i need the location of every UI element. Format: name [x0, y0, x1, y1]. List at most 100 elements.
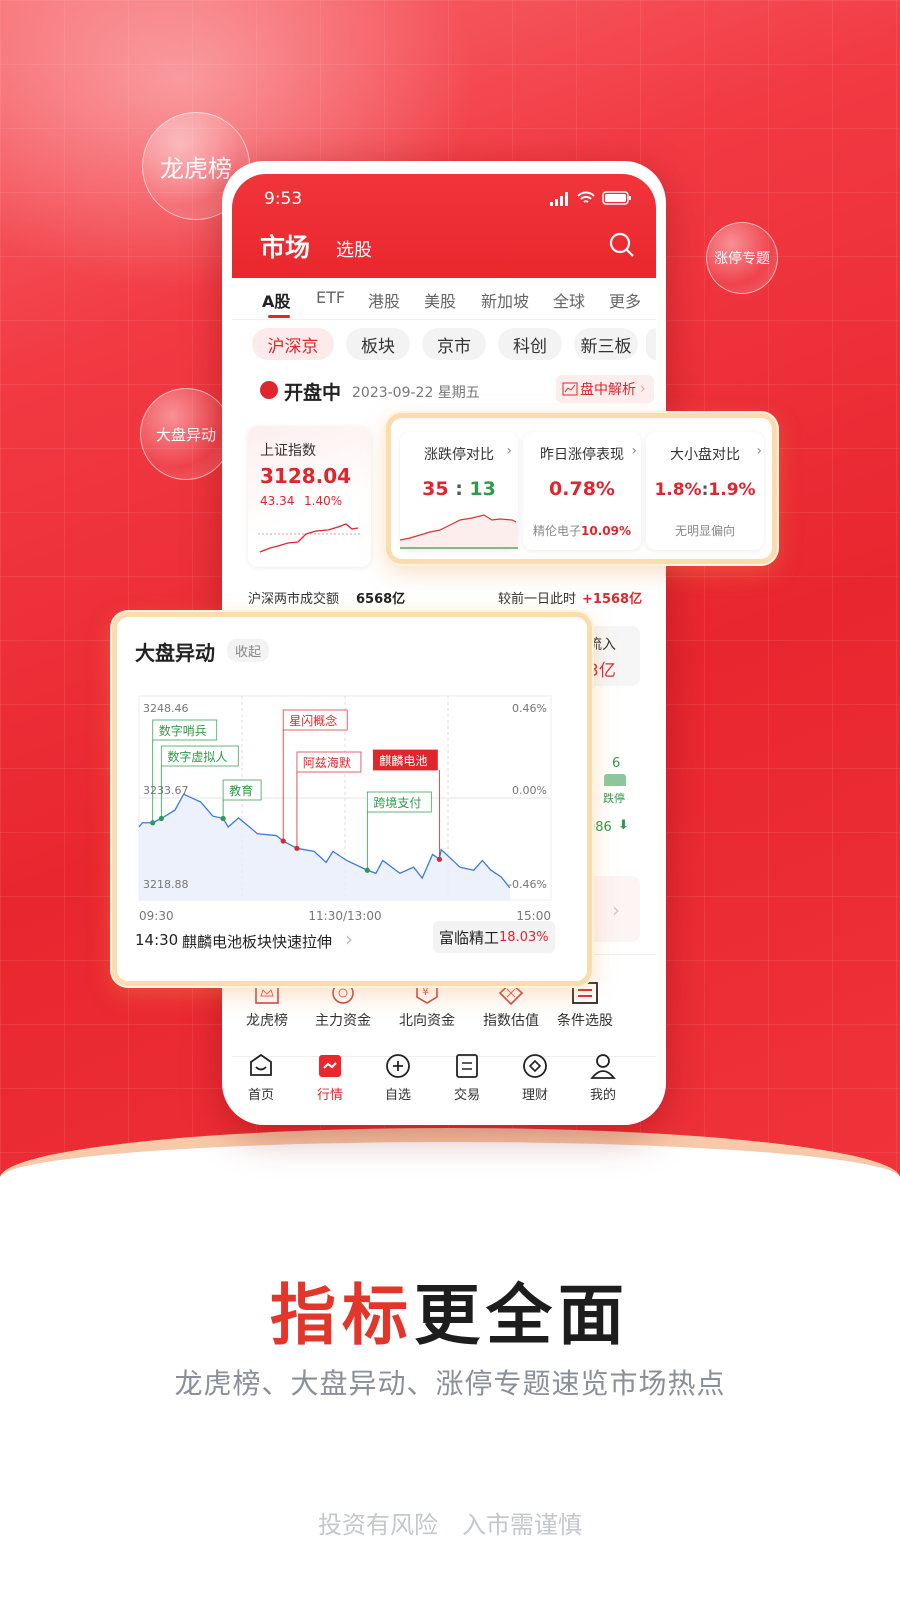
tab-plus-circle[interactable]: 自选 — [368, 1052, 428, 1103]
line-area — [139, 794, 510, 900]
shortcut-1[interactable]: 主力资金 — [303, 980, 383, 1030]
yesterday-limit-card[interactable]: 昨日涨停表现 › 0.78% 精伦电子10.09% — [523, 432, 641, 550]
wealth-icon — [523, 1054, 547, 1078]
collapse-button[interactable]: 收起 — [227, 639, 270, 662]
plus-circle-icon — [386, 1054, 410, 1078]
app-header: 9:53 市场 选股 — [232, 174, 656, 278]
home-icon — [250, 1053, 272, 1076]
chevron-right-icon: › — [506, 443, 512, 459]
active-tab-indicator — [268, 315, 290, 318]
chip-star[interactable]: 科创 — [498, 328, 562, 360]
chip-partial[interactable] — [646, 328, 656, 360]
chip-beijing[interactable]: 京市 — [422, 328, 486, 360]
chip-neeq[interactable]: 新三板 — [574, 328, 638, 360]
tab-global[interactable]: 全球 — [553, 288, 585, 312]
chart-icon — [562, 382, 578, 396]
stock-chip[interactable]: 富临精工 18.03% — [433, 921, 555, 953]
limit-sparkline — [400, 514, 518, 550]
tab-user[interactable]: 我的 — [573, 1052, 633, 1103]
headline: 指标更全面 — [270, 1277, 630, 1354]
tab-trade[interactable]: 交易 — [437, 1052, 497, 1103]
chevron-right-icon: › — [631, 443, 637, 459]
cap-compare-card[interactable]: 大小盘对比 › 1.8%:1.9% 无明显偏向 — [646, 432, 764, 550]
session-date: 2023-09-22 星期五 — [352, 385, 480, 401]
subtitle: 龙虎榜、大盘异动、涨停专题速览市场热点 — [174, 1367, 726, 1400]
event-label: 数字虚拟人 — [167, 749, 227, 764]
event-label: 数字哨兵 — [159, 723, 207, 738]
shortcut-2[interactable]: ¥ 北向资金 — [387, 980, 467, 1030]
disclaimer: 投资有风险 入市需谨慎 — [318, 1511, 582, 1539]
y-right-tick: 0.46% — [512, 702, 547, 715]
tab-hk[interactable]: 港股 — [368, 288, 400, 312]
chip-sector[interactable]: 板块 — [346, 328, 410, 360]
bubble-limit-up: 涨停专题 — [706, 222, 778, 294]
turnover-value: 6568亿 — [356, 592, 406, 607]
shortcut-4[interactable]: 条件选股 — [545, 980, 625, 1030]
x-tick: 09:30 — [139, 909, 174, 922]
arrow-down-icon: ⬇ — [618, 818, 629, 833]
event-label: 跨境支付 — [373, 795, 421, 810]
search-icon[interactable] — [609, 232, 635, 258]
index-value: 3128.04 — [260, 464, 352, 488]
index-card-shanghai[interactable]: 上证指数 3128.04 43.34 1.40% — [248, 426, 371, 567]
chevron-right-icon: › — [756, 443, 762, 459]
session-status: 开盘中 — [284, 382, 342, 404]
tab-a-shares[interactable]: A股 — [262, 288, 290, 312]
market-icon — [319, 1055, 341, 1077]
chevron-right-icon: › — [345, 927, 353, 951]
card-title: 大盘异动 — [135, 641, 215, 665]
event-marker — [150, 820, 156, 826]
trade-icon — [456, 1054, 478, 1078]
battery-icon — [602, 191, 631, 205]
limit-down-label: 跌停 — [603, 792, 625, 805]
tab-us[interactable]: 美股 — [424, 288, 456, 312]
tab-home[interactable]: 首页 — [231, 1052, 291, 1103]
compare-label: 较前一日此时 — [498, 592, 577, 607]
y-right-tick: 0.00% — [512, 784, 547, 797]
limit-down-count: 13 — [469, 478, 496, 500]
chevron-right-icon: › — [612, 898, 620, 922]
svg-text:¥: ¥ — [422, 985, 429, 998]
index-sparkline — [258, 523, 362, 553]
tab-more[interactable]: 更多 — [609, 288, 641, 312]
event-label: 星闪概念 — [289, 713, 337, 728]
y-right-tick: -0.46% — [508, 878, 547, 891]
limit-down-count: 6 — [612, 756, 621, 771]
chevron-right-icon: › — [640, 381, 646, 397]
market-anomaly-card: 大盘异动 收起 3248.46 3233.67 3218.88 0.46% 0.00% -… — [112, 612, 592, 986]
tab-market[interactable]: 行情 — [300, 1052, 360, 1103]
event-label: 教育 — [229, 783, 253, 798]
event-marker — [220, 815, 226, 822]
footer-news[interactable]: 麒麟电池板块快速拉伸 — [182, 931, 332, 952]
user-icon — [590, 1054, 616, 1079]
session-status-icon — [260, 381, 278, 399]
shortcut-0[interactable]: 龙虎榜 — [227, 980, 307, 1030]
event-marker — [294, 845, 300, 851]
tab-wealth[interactable]: 理财 — [505, 1052, 565, 1103]
event-marker — [364, 867, 370, 873]
tab-etf[interactable]: ETF — [316, 288, 345, 307]
y-left-tick: 3233.67 — [143, 784, 189, 797]
chip-hushenjing[interactable]: 沪深京 — [252, 328, 334, 360]
bubble-market-anomaly: 大盘异动 — [140, 388, 232, 480]
event-marker — [280, 838, 286, 844]
limit-down-bar — [604, 774, 626, 786]
tab-stock-picker[interactable]: 选股 — [336, 236, 372, 262]
signal-icon — [550, 192, 568, 206]
compare-value: +1568亿 — [582, 592, 643, 607]
turnover-label: 沪深两市成交额 — [248, 592, 340, 607]
header-title[interactable]: 市场 — [260, 228, 310, 264]
shortcut-3[interactable]: 指数估值 — [471, 980, 551, 1030]
y-left-tick: 3218.88 — [143, 878, 189, 891]
event-label: 阿兹海默 — [303, 755, 351, 770]
tab-singapore[interactable]: 新加坡 — [481, 288, 529, 312]
market-tabs: A股 ETF 港股 美股 新加坡 全球 更多 — [232, 278, 656, 320]
footer-time: 14:30 — [135, 931, 179, 949]
limit-compare-card[interactable]: 涨跌停对比 › 35 : 13 — [400, 432, 518, 550]
event-marker — [158, 815, 164, 822]
x-tick: 11:30/13:00 — [308, 909, 381, 922]
index-change-pct: 1.40% — [304, 494, 343, 508]
event-label: 麒麟电池 — [379, 753, 427, 768]
intraday-analysis-button[interactable]: 盘中解析 › — [556, 375, 654, 403]
highlight-overlay: 涨跌停对比 › 35 : 13 昨日涨停表现 › 0.78% 精伦电子10.09% … — [386, 413, 777, 564]
